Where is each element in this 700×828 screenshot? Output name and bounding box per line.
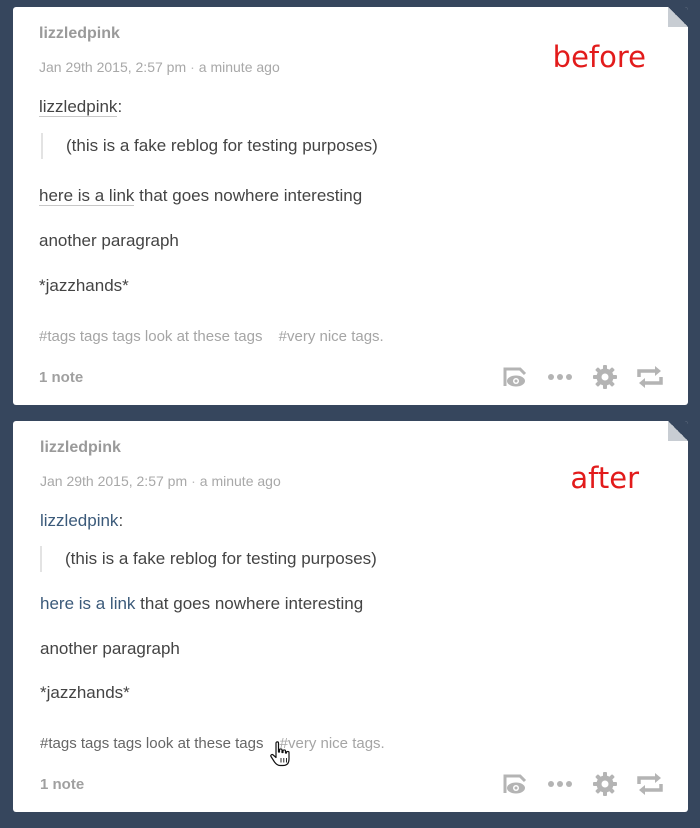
- blog-name[interactable]: lizzledpink: [39, 25, 120, 43]
- reblog-source-link[interactable]: lizzledpink: [39, 97, 118, 117]
- tag-link[interactable]: #very nice tags.: [280, 735, 385, 752]
- hand-cursor-icon: [269, 741, 291, 772]
- reblog-view-icon[interactable]: [501, 363, 529, 391]
- annotation-label: after: [570, 461, 639, 495]
- more-icon[interactable]: [546, 363, 574, 391]
- post-actions: [501, 363, 664, 391]
- blockquote: (this is a fake reblog for testing purpo…: [40, 546, 377, 572]
- notes-count[interactable]: 1 note: [39, 369, 83, 386]
- post-date: Jan 29th 2015, 2:57 pm: [40, 473, 188, 489]
- reblog-icon[interactable]: [636, 770, 664, 798]
- post-card-before: before lizzledpink Jan 29th 2015, 2:57 p…: [13, 7, 688, 405]
- gear-icon[interactable]: [591, 363, 619, 391]
- link-paragraph-rest: that goes nowhere interesting: [134, 186, 363, 205]
- tag-link[interactable]: #tags tags tags look at these tags: [39, 328, 262, 345]
- notes-count[interactable]: 1 note: [40, 776, 84, 793]
- tags-row: #tags tags tags look at these tags #very…: [39, 328, 396, 345]
- blog-name[interactable]: lizzledpink: [40, 439, 121, 457]
- blockquote: (this is a fake reblog for testing purpo…: [41, 133, 378, 159]
- reblog-attribution: lizzledpink:: [39, 97, 122, 117]
- post-date: Jan 29th 2015, 2:57 pm: [39, 59, 187, 75]
- post-corner-fold: [668, 7, 688, 27]
- post-actions: [501, 770, 664, 798]
- gear-icon[interactable]: [591, 770, 619, 798]
- tag-link[interactable]: #very nice tags.: [279, 328, 384, 345]
- reblog-colon: :: [117, 97, 123, 116]
- reblog-view-icon[interactable]: [501, 770, 529, 798]
- relative-time: a minute ago: [199, 473, 281, 489]
- meta-separator: ·: [190, 59, 195, 75]
- post-meta: Jan 29th 2015, 2:57 pm · a minute ago: [40, 473, 281, 489]
- reblog-icon[interactable]: [636, 363, 664, 391]
- post-link[interactable]: here is a link: [39, 186, 135, 206]
- paragraph: another paragraph: [40, 639, 180, 658]
- post-card-after: after lizzledpink Jan 29th 2015, 2:57 pm…: [13, 421, 688, 812]
- reblog-source-link[interactable]: lizzledpink: [40, 511, 118, 530]
- link-paragraph: here is a link that goes nowhere interes…: [39, 186, 362, 206]
- jazzhands-paragraph: *jazzhands*: [39, 276, 129, 295]
- quote-text: (this is a fake reblog for testing purpo…: [65, 549, 377, 568]
- more-icon[interactable]: [546, 770, 574, 798]
- link-paragraph: here is a link that goes nowhere interes…: [40, 594, 363, 614]
- relative-time: a minute ago: [198, 59, 280, 75]
- annotation-label: before: [552, 40, 646, 74]
- post-corner-fold: [668, 421, 688, 441]
- post-link[interactable]: here is a link: [40, 594, 135, 613]
- paragraph: another paragraph: [39, 231, 179, 250]
- reblog-attribution: lizzledpink:: [40, 511, 123, 531]
- tags-row: #tags tags tags look at these tags #very…: [40, 735, 397, 752]
- reblog-colon: :: [118, 511, 124, 530]
- tag-link[interactable]: #tags tags tags look at these tags: [40, 735, 263, 752]
- meta-separator: ·: [191, 473, 196, 489]
- jazzhands-paragraph: *jazzhands*: [40, 683, 130, 702]
- quote-text: (this is a fake reblog for testing purpo…: [66, 136, 378, 155]
- link-paragraph-rest: that goes nowhere interesting: [135, 594, 364, 613]
- post-meta: Jan 29th 2015, 2:57 pm · a minute ago: [39, 59, 280, 75]
